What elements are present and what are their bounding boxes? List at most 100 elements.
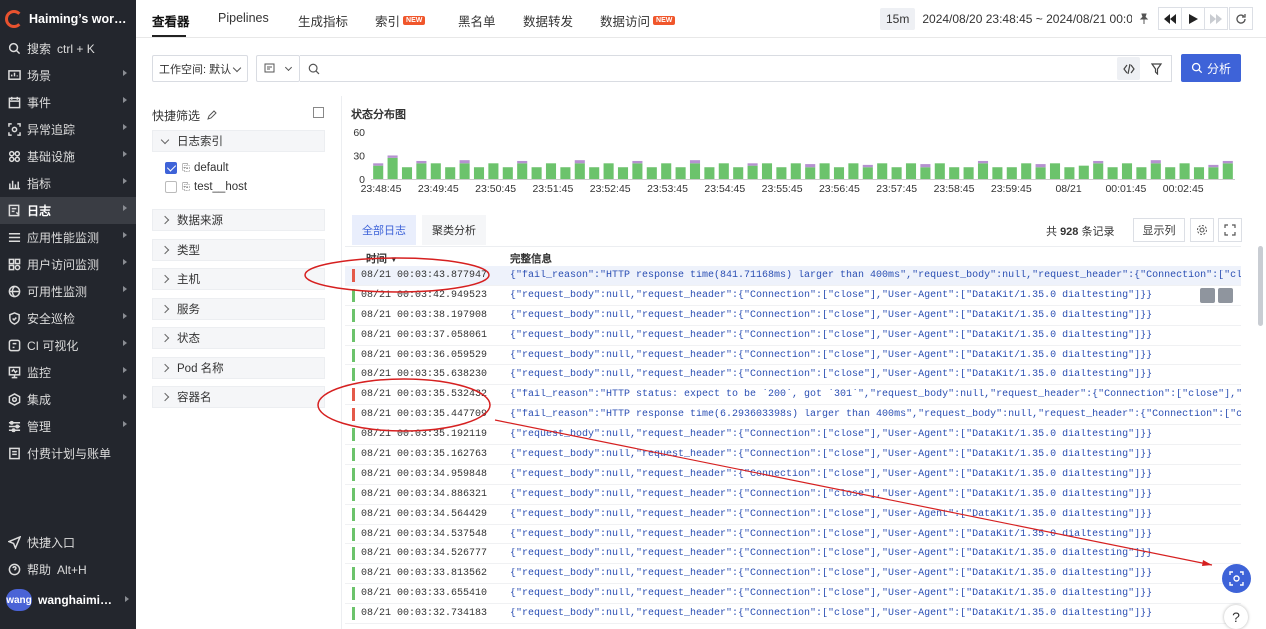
table-row[interactable]: 08/21 00:03:33.655410 {"request_body":nul… bbox=[345, 584, 1241, 605]
table-row[interactable]: 08/21 00:03:42.949523 {"request_body":nul… bbox=[345, 286, 1241, 306]
expand-row-icon[interactable] bbox=[1200, 287, 1215, 303]
help-button[interactable]: ? bbox=[1224, 605, 1248, 629]
table-row[interactable]: 08/21 00:03:36.059529 {"request_body":nul… bbox=[345, 346, 1241, 366]
bar-segment bbox=[934, 163, 945, 179]
table-row[interactable]: 08/21 00:03:35.162763 {"request_body":nul… bbox=[345, 445, 1241, 465]
table-row[interactable]: 08/21 00:03:43.877947 {"fail_reason":"HTT… bbox=[345, 266, 1241, 286]
search-input[interactable] bbox=[324, 59, 1104, 79]
checkbox[interactable] bbox=[165, 181, 177, 193]
tab[interactable]: 查看器 bbox=[152, 11, 190, 30]
status-indicator bbox=[352, 269, 355, 282]
bar-segment bbox=[632, 160, 643, 164]
sidebar-item[interactable]: 用户访问监测 bbox=[0, 251, 136, 278]
forward-button[interactable] bbox=[1204, 7, 1228, 30]
log-view-tab[interactable]: 聚类分析 bbox=[422, 215, 486, 245]
tab-label: Pipelines bbox=[218, 11, 269, 25]
filter-option[interactable]: ⎘ test__host bbox=[165, 179, 247, 195]
analyze-button[interactable]: 分析 bbox=[1181, 54, 1241, 82]
filter-group-label: 数据来源 bbox=[177, 215, 223, 227]
ai-assistant-button[interactable] bbox=[1222, 564, 1251, 593]
filter-group[interactable]: 服务 bbox=[152, 297, 325, 320]
workspace-select[interactable]: 工作空间: 默认 bbox=[152, 55, 248, 82]
play-button[interactable] bbox=[1181, 7, 1205, 30]
x-tick-label: 23:50:45 bbox=[475, 183, 516, 195]
filter-settings-button[interactable] bbox=[1146, 57, 1169, 80]
collapse-panel-icon[interactable] bbox=[313, 107, 324, 118]
code-toggle-button[interactable] bbox=[1117, 57, 1140, 80]
rewind-button[interactable] bbox=[1158, 7, 1182, 30]
table-scrollbar[interactable] bbox=[1258, 246, 1263, 326]
sidebar-item[interactable]: 应用性能监测 bbox=[0, 224, 136, 251]
pin-button[interactable] bbox=[1132, 7, 1156, 30]
table-row[interactable]: 08/21 00:03:34.564429 {"request_body":nul… bbox=[345, 505, 1241, 525]
sidebar-item[interactable]: 可用性监测 bbox=[0, 278, 136, 305]
table-row[interactable]: 08/21 00:03:35.447709 {"fail_reason":"HTT… bbox=[345, 405, 1241, 426]
checkbox[interactable] bbox=[165, 162, 177, 174]
filter-group[interactable]: 类型 bbox=[152, 238, 325, 261]
filter-option[interactable]: ⎘ default bbox=[165, 160, 229, 176]
refresh-button[interactable] bbox=[1229, 7, 1253, 30]
table-row[interactable]: 08/21 00:03:35.532432 {"fail_reason":"HTT… bbox=[345, 385, 1241, 406]
sidebar-item[interactable]: 日志 bbox=[0, 197, 136, 224]
table-row[interactable]: 08/21 00:03:34.959848 {"request_body":nul… bbox=[345, 465, 1241, 485]
status-indicator bbox=[352, 448, 355, 462]
sidebar-item[interactable]: 安全巡检 bbox=[0, 305, 136, 332]
analyze-icon bbox=[1191, 62, 1203, 74]
copy-icon[interactable] bbox=[1218, 287, 1233, 303]
filter-group[interactable]: 容器名 bbox=[152, 386, 325, 408]
datasource-select[interactable] bbox=[256, 55, 300, 82]
time-duration[interactable]: 15m bbox=[880, 7, 916, 30]
sidebar-item[interactable]: 管理 bbox=[0, 413, 136, 440]
tab[interactable]: 黑名单 bbox=[458, 11, 496, 30]
tab[interactable]: 数据访问 NEW bbox=[600, 11, 676, 30]
table-row[interactable]: 08/21 00:03:34.537548 {"request_body":nul… bbox=[345, 525, 1241, 545]
log-view-tab[interactable]: 全部日志 bbox=[352, 215, 416, 245]
tab[interactable]: 生成指标 bbox=[298, 11, 348, 30]
workspace-switcher[interactable]: Haiming’s wor… bbox=[0, 0, 136, 38]
search-bar[interactable] bbox=[300, 55, 1172, 82]
filter-group[interactable]: 数据来源 bbox=[152, 209, 325, 231]
columns-button[interactable]: 显示列 bbox=[1133, 218, 1185, 242]
chevron-right-icon bbox=[123, 421, 127, 427]
fullscreen-button[interactable] bbox=[1218, 218, 1242, 242]
table-row[interactable]: 08/21 00:03:34.886321 {"request_body":nul… bbox=[345, 485, 1241, 505]
sidebar-item[interactable]: 监控 bbox=[0, 359, 136, 386]
log-message: {"request_body":null,"request_header":{"… bbox=[510, 548, 1153, 560]
filter-group[interactable]: 状态 bbox=[152, 327, 325, 349]
tab[interactable]: 索引 NEW bbox=[375, 11, 426, 30]
sidebar-item[interactable]: 场景 bbox=[0, 62, 136, 89]
chevron-right-icon bbox=[123, 367, 127, 373]
time-range-picker[interactable]: 15m 2024/08/20 23:48:45 ~ 2024/08/21 00:… bbox=[880, 7, 1156, 30]
sidebar-help[interactable]: 帮助 Alt+H bbox=[0, 556, 136, 583]
settings-button[interactable] bbox=[1190, 218, 1214, 242]
table-row[interactable]: 08/21 00:03:35.192119 {"request_body":nul… bbox=[345, 425, 1241, 446]
sidebar-search[interactable]: 搜索 ctrl + K bbox=[0, 35, 136, 62]
table-row[interactable]: 08/21 00:03:37.058061 {"request_body":nul… bbox=[345, 326, 1241, 346]
edit-icon[interactable] bbox=[207, 109, 218, 123]
table-row[interactable]: 08/21 00:03:32.734183 {"request_body":nul… bbox=[345, 604, 1241, 625]
sidebar-item[interactable]: 异常追踪 bbox=[0, 116, 136, 143]
tab[interactable]: Pipelines bbox=[218, 11, 269, 25]
log-message: {"request_body":null,"request_header":{"… bbox=[510, 429, 1153, 441]
table-row[interactable]: 08/21 00:03:38.197908 {"request_body":nul… bbox=[345, 306, 1241, 326]
analyze-label: 分析 bbox=[1206, 61, 1231, 76]
chevron-right-icon bbox=[125, 596, 129, 602]
sidebar-item[interactable]: 基础设施 bbox=[0, 143, 136, 170]
table-row[interactable]: 08/21 00:03:33.813562 {"request_body":nul… bbox=[345, 564, 1241, 585]
tab[interactable]: 数据转发 bbox=[523, 11, 573, 30]
sidebar-item[interactable]: CI 可视化 bbox=[0, 332, 136, 359]
sidebar-item[interactable]: 付费计划与账单 bbox=[0, 440, 136, 467]
table-row[interactable]: 08/21 00:03:35.638230 {"request_body":nul… bbox=[345, 365, 1241, 386]
sidebar-item[interactable]: 事件 bbox=[0, 89, 136, 116]
sidebar-item[interactable]: 集成 bbox=[0, 386, 136, 413]
sidebar-item[interactable]: 指标 bbox=[0, 170, 136, 197]
col-time-header[interactable]: 时间 ▼ bbox=[366, 251, 398, 266]
filter-group[interactable]: 主机 bbox=[152, 268, 325, 290]
sidebar-quick-entry[interactable]: 快捷入口 bbox=[0, 529, 136, 556]
bar-segment bbox=[920, 167, 931, 179]
bar-segment bbox=[920, 164, 931, 168]
filter-group[interactable]: Pod 名称 bbox=[152, 356, 325, 379]
user-menu[interactable]: wang wanghaimi… bbox=[6, 588, 132, 612]
filter-group-log-index[interactable]: 日志索引 bbox=[152, 130, 325, 152]
table-row[interactable]: 08/21 00:03:34.526777 {"request_body":nul… bbox=[345, 544, 1241, 565]
